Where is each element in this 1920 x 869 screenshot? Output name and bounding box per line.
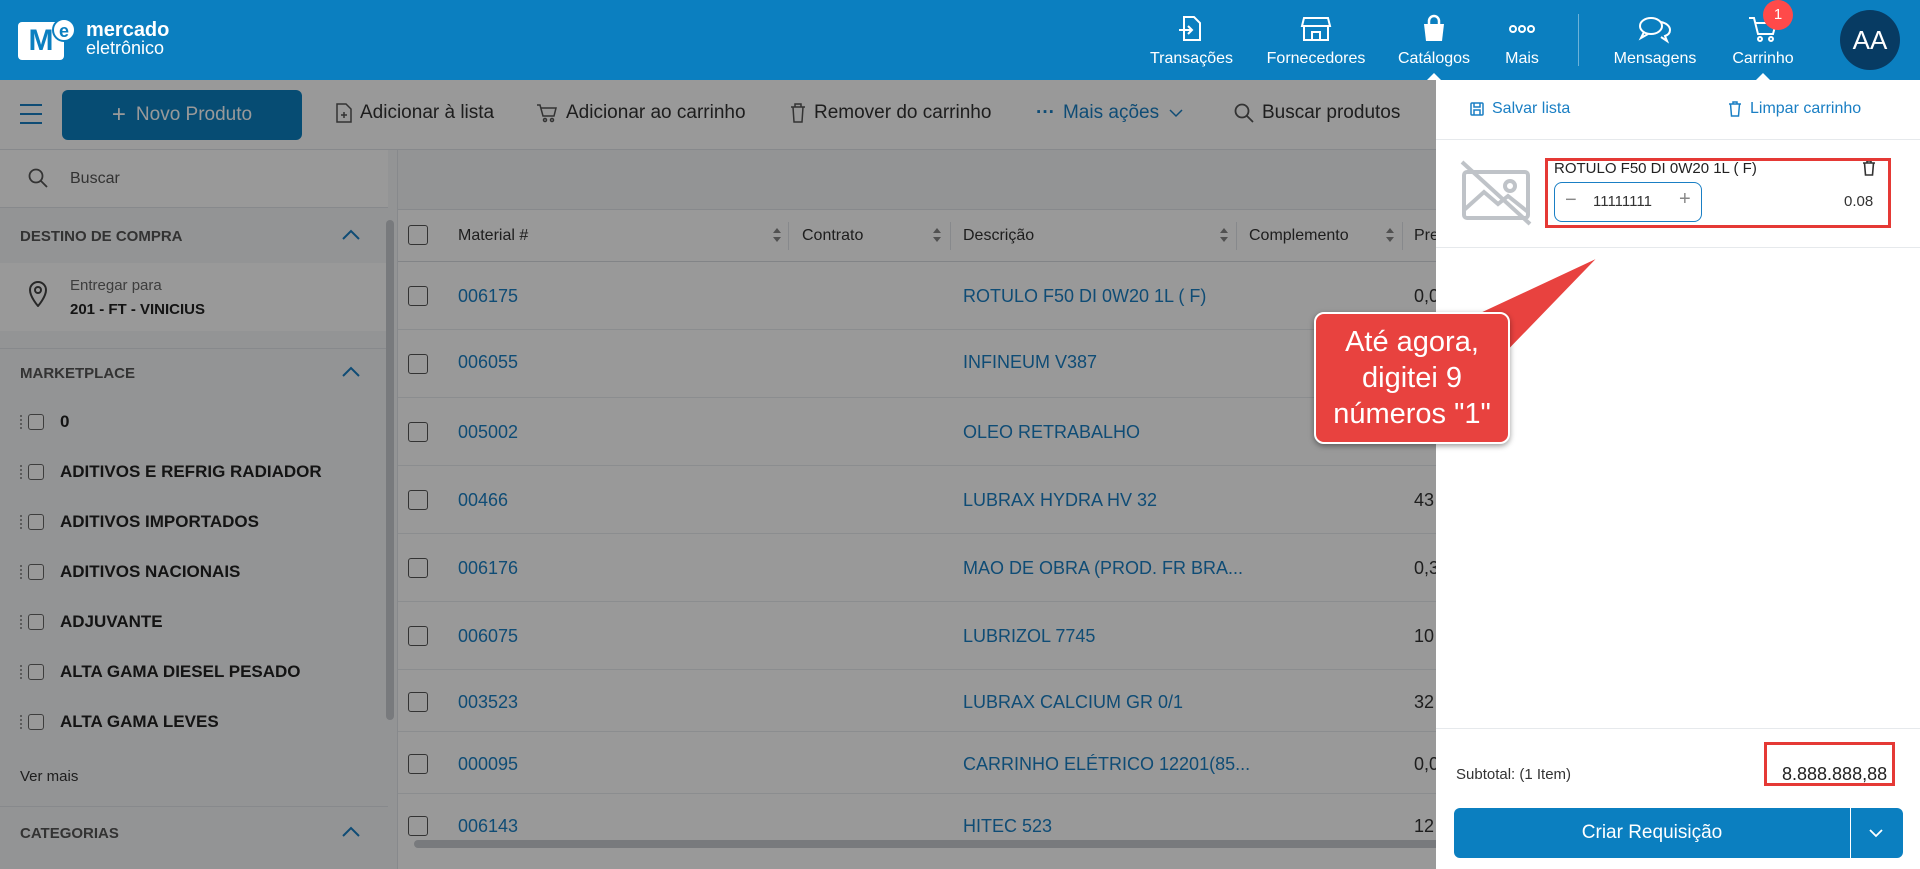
top-navbar: Me mercado eletrônico Transações Fornece…: [0, 0, 1920, 82]
nav-transacoes-label: Transações: [1150, 50, 1233, 67]
nav-separator: [1578, 14, 1579, 66]
salvar-lista-button[interactable]: Salvar lista: [1470, 100, 1570, 118]
subtotal-label: Subtotal: (1 Item): [1456, 766, 1572, 783]
nav-transacoes[interactable]: Transações: [1150, 10, 1233, 72]
transactions-icon: [1179, 16, 1201, 41]
nav-catalogos[interactable]: Catálogos: [1398, 10, 1471, 82]
nav-mensagens[interactable]: Mensagens: [1612, 10, 1698, 72]
chevron-down-icon: [1869, 829, 1883, 838]
chat-bubbles-icon: [1638, 17, 1672, 44]
annotation-highlight-item: [1545, 158, 1891, 228]
annotation-line2: digitei 9: [1362, 362, 1462, 394]
logo-mark-icon: Me: [18, 18, 78, 60]
nav-catalogos-label: Catálogos: [1398, 50, 1471, 67]
cart-count-badge: 1: [1763, 0, 1793, 30]
trash-icon: [1729, 101, 1741, 117]
limpar-carrinho-label: Limpar carrinho: [1750, 100, 1862, 117]
salvar-lista-label: Salvar lista: [1492, 100, 1571, 117]
brand-line2: eletrônico: [86, 38, 165, 58]
store-icon: [1300, 17, 1332, 41]
annotation-callout: Até agora, digitei 9 números "1": [1314, 312, 1510, 444]
shopping-bag-icon: [1424, 14, 1444, 41]
annotation-highlight-subtotal: [1764, 742, 1895, 786]
criar-requisicao-button[interactable]: Criar Requisição: [1454, 808, 1850, 858]
nav-fornecedores[interactable]: Fornecedores: [1266, 10, 1366, 72]
nav-mais[interactable]: Mais: [1502, 10, 1542, 72]
save-icon: [1470, 102, 1484, 116]
brand-line1: mercado: [86, 19, 170, 41]
annotation-line3: números "1": [1333, 398, 1491, 430]
no-image-icon: [1460, 160, 1532, 226]
annotation-line1: Até agora,: [1345, 326, 1479, 358]
limpar-carrinho-button[interactable]: Limpar carrinho: [1728, 100, 1861, 118]
more-dots-icon: [1509, 25, 1535, 33]
nav-fornecedores-label: Fornecedores: [1266, 50, 1366, 67]
user-avatar[interactable]: AA: [1840, 10, 1900, 70]
brand-logo[interactable]: Me mercado eletrônico: [18, 18, 169, 60]
nav-carrinho-label: Carrinho: [1732, 50, 1794, 67]
criar-requisicao-dropdown[interactable]: [1851, 808, 1903, 858]
nav-mais-label: Mais: [1505, 50, 1539, 67]
cart-drawer-header: Salvar lista Limpar carrinho: [1436, 80, 1920, 140]
nav-mensagens-label: Mensagens: [1613, 50, 1697, 67]
